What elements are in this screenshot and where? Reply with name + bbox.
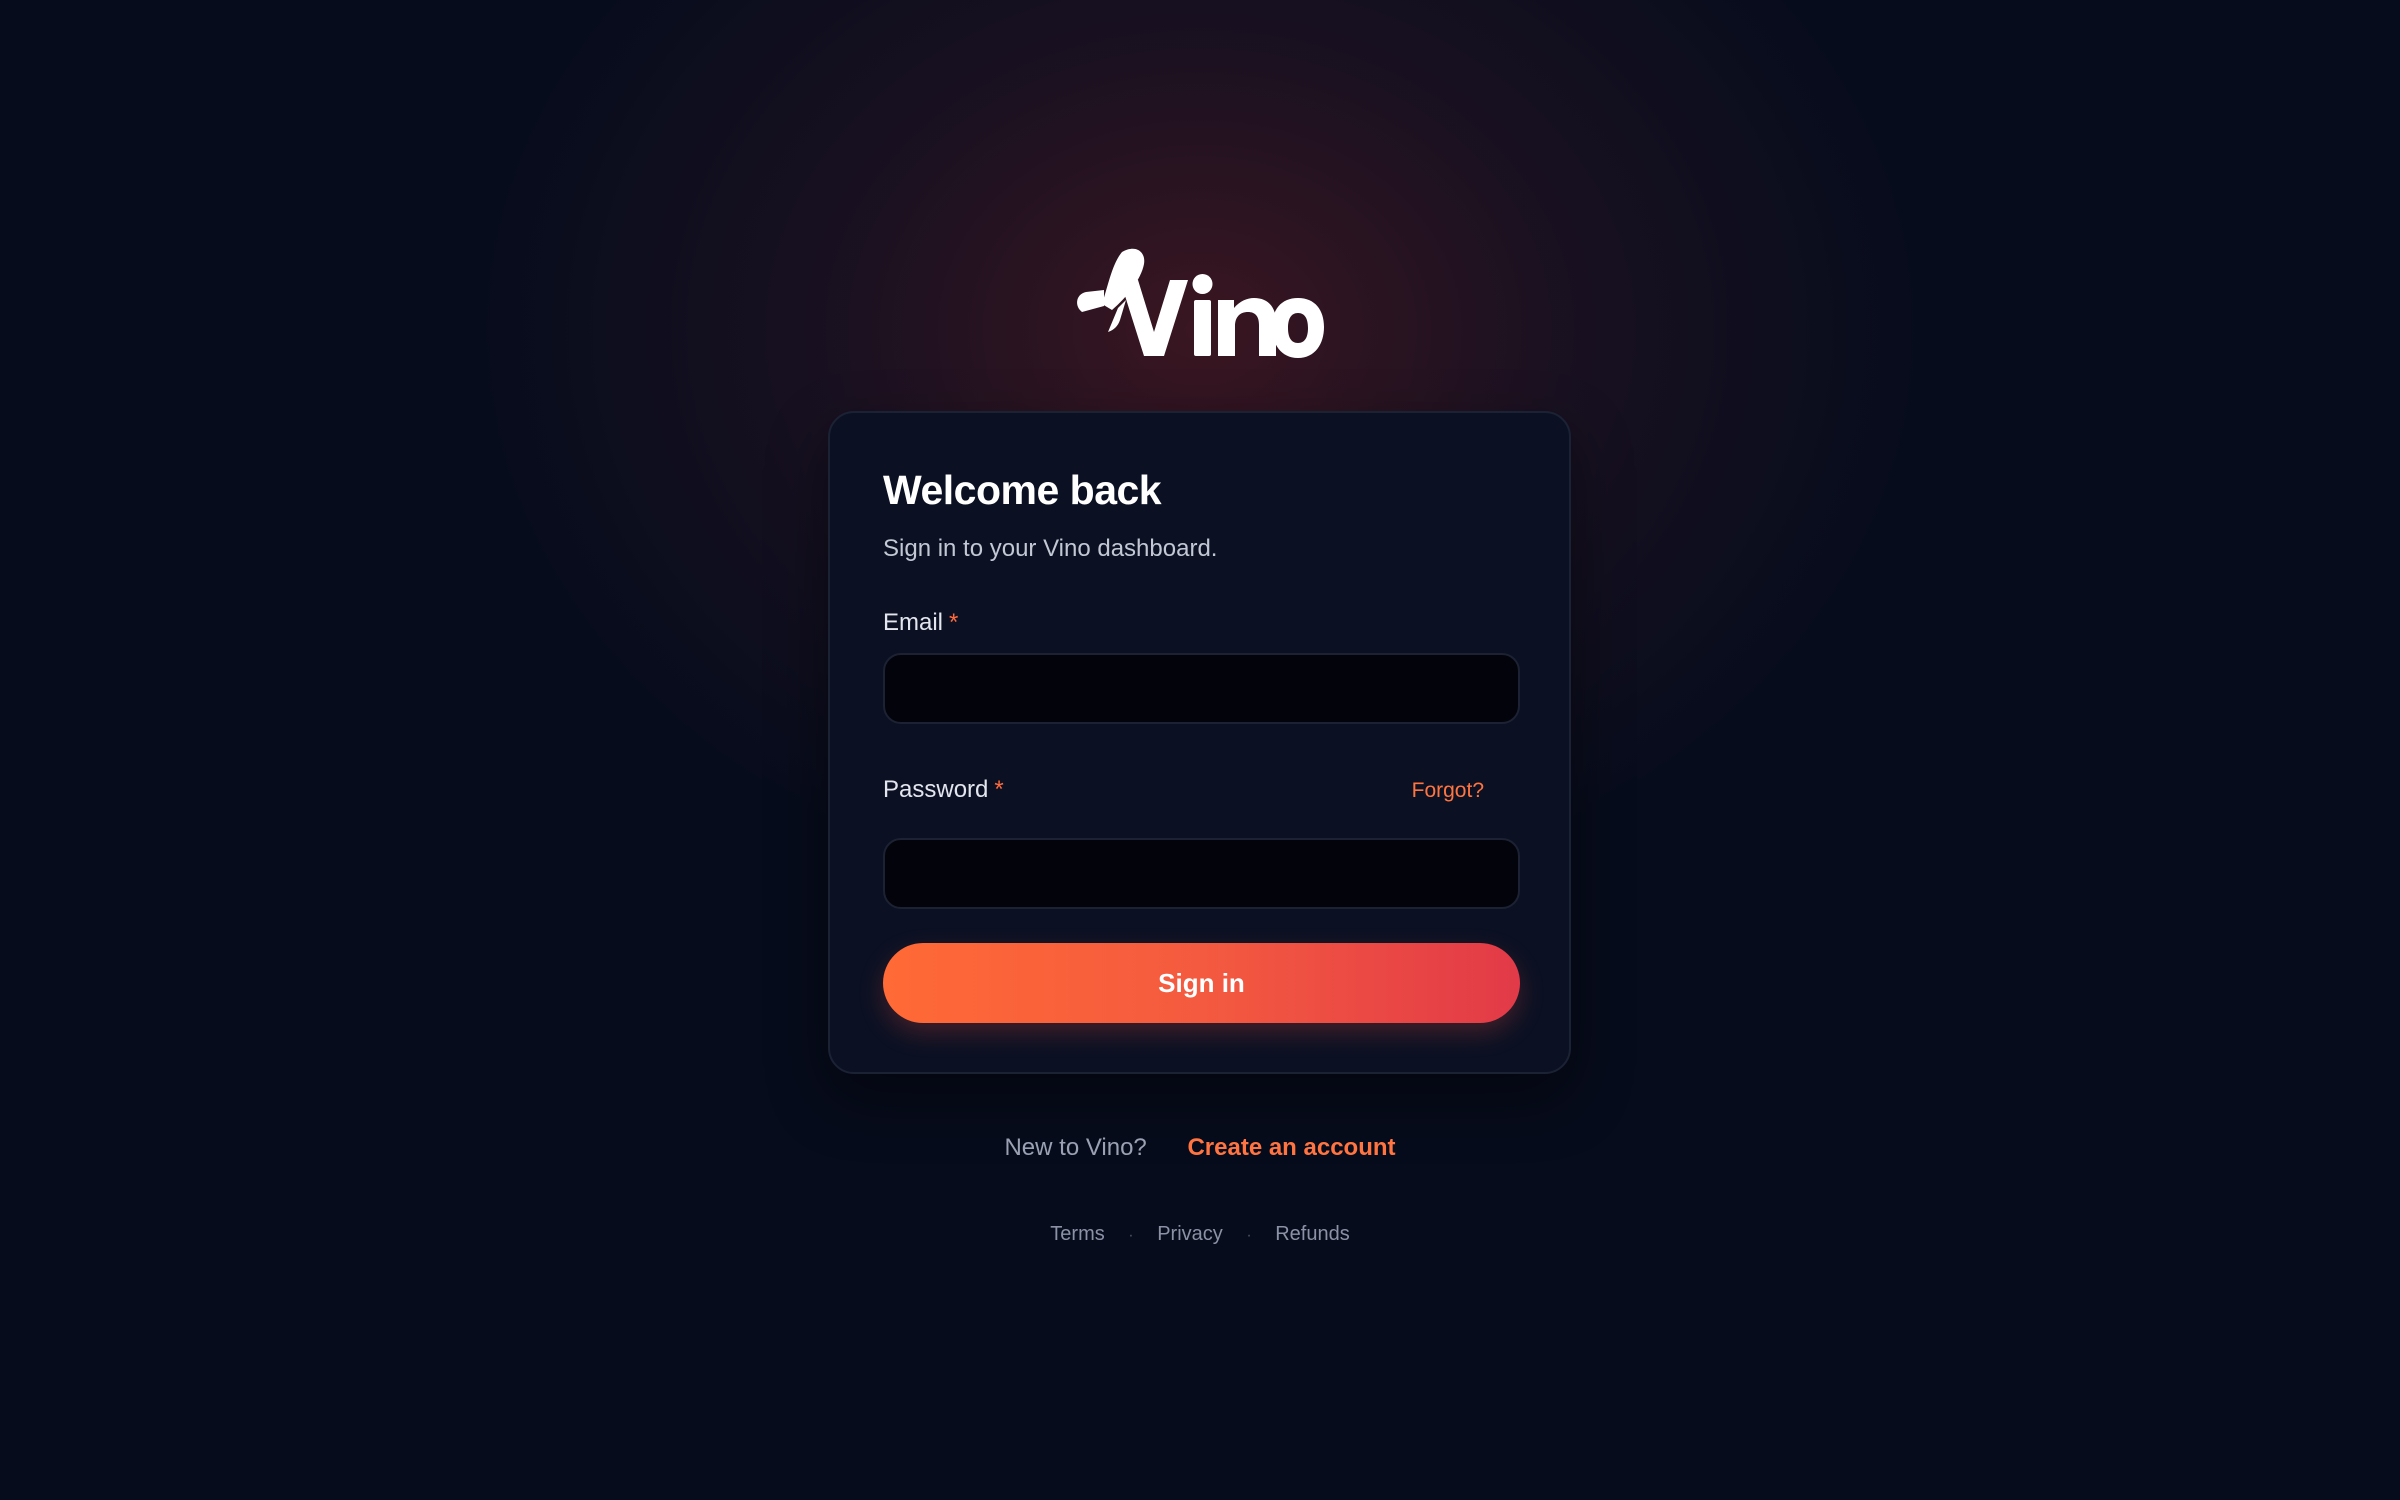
email-label-text: Email [883,609,944,636]
footer-separator: · [1128,1227,1134,1244]
terms-link[interactable]: Terms [1050,1223,1104,1245]
page-title: Welcome back [883,467,1162,513]
required-marker: * [949,609,959,636]
footer-separator: · [1246,1227,1252,1244]
page-subtitle: Sign in to your Vino dashboard. [883,535,1218,562]
create-account-link[interactable]: Create an account [1187,1134,1395,1161]
password-label: Password * [883,776,1004,804]
password-label-text: Password [883,776,989,803]
required-marker: * [994,776,1004,803]
refunds-link[interactable]: Refunds [1275,1223,1350,1245]
forgot-password-link[interactable]: Forgot? [1412,779,1484,803]
privacy-link[interactable]: Privacy [1157,1223,1223,1245]
sign-in-button[interactable]: Sign in [883,943,1520,1023]
footer-links: Terms · Privacy · Refunds [0,1223,2400,1246]
email-field[interactable] [883,653,1520,724]
email-label: Email * [883,609,958,637]
signup-question: New to Vino? [1004,1134,1147,1161]
signup-prompt: New to Vino? Create an account [0,1134,2400,1162]
vino-logo [1074,246,1326,360]
password-field[interactable] [883,838,1520,909]
login-card: Welcome back Sign in to your Vino dashbo… [828,411,1571,1074]
